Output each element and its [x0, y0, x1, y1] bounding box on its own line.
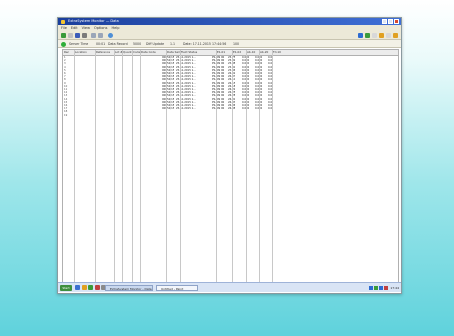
app-icon [61, 19, 65, 24]
column-divider[interactable] [166, 50, 167, 282]
column-divider[interactable] [95, 50, 96, 282]
info-server-time-label: Server Time [69, 42, 89, 46]
info-icon[interactable] [393, 33, 398, 38]
export-icon[interactable] [365, 33, 370, 38]
print-icon[interactable] [82, 33, 87, 38]
info-diff-value: 1.1 [170, 42, 176, 46]
chart-icon[interactable] [358, 33, 363, 38]
info-data-record-label: Data Record [108, 42, 128, 46]
start-button[interactable]: Start [60, 284, 72, 291]
update-icon[interactable] [384, 285, 389, 290]
minimize-button[interactable] [382, 19, 387, 24]
settings-icon[interactable] [372, 33, 377, 38]
column-divider[interactable] [246, 50, 247, 282]
refresh-icon[interactable] [61, 33, 66, 38]
back-icon[interactable] [68, 33, 73, 38]
task-paint[interactable]: Untitled - Paint [156, 284, 198, 291]
column-divider[interactable] [114, 50, 115, 282]
info-diff-label: Diff Update [146, 42, 165, 46]
column-header[interactable]: Date Code [141, 50, 166, 55]
column-divider[interactable] [122, 50, 123, 282]
info-bar: Server Time 00:01 Data Record 5000 Diff … [58, 40, 401, 48]
column-header[interactable]: Reference [96, 50, 114, 55]
column-header[interactable]: Location [75, 50, 95, 55]
alert-icon[interactable] [379, 33, 384, 38]
row-number: 19 [64, 113, 68, 117]
column-divider[interactable] [259, 50, 260, 282]
maximize-button[interactable] [388, 19, 393, 24]
taskbar: Start ExtraSystem Monitor - Data Untitle… [58, 282, 401, 292]
help-icon[interactable] [108, 33, 113, 38]
column-header[interactable]: Rec [64, 50, 74, 55]
column-header[interactable]: Ab-10 [247, 50, 259, 55]
media-icon[interactable] [94, 285, 100, 290]
column-header[interactable]: Ab-20 [260, 50, 272, 55]
column-divider[interactable] [216, 50, 217, 282]
column-header[interactable]: Fd-10 [273, 50, 285, 55]
window-title: ExtraSystem Monitor — Data [68, 19, 119, 23]
connection-status-icon [61, 41, 66, 47]
quick-launch [75, 285, 106, 290]
antivirus-icon[interactable] [379, 285, 384, 290]
column-divider[interactable] [272, 50, 273, 282]
column-header[interactable]: E1-02 [233, 50, 246, 55]
info-date: Date: 17.11.2015 17:44:56 [183, 42, 227, 46]
folder-icon[interactable] [81, 285, 87, 290]
toolbar [58, 31, 401, 40]
save-icon[interactable] [75, 33, 80, 38]
info-server-time-value: 00:01 [96, 42, 106, 46]
clock: 17:44 [390, 285, 399, 290]
volume-icon[interactable] [374, 285, 379, 290]
undo-icon[interactable] [91, 33, 96, 38]
browser-icon[interactable] [75, 285, 80, 290]
close-button[interactable] [394, 19, 399, 24]
system-tray: 17:44 [369, 285, 399, 291]
app-shortcut-icon[interactable] [88, 285, 93, 290]
data-grid[interactable]: Rec Location Reference Lot # Quant Code Date C… [62, 49, 399, 283]
column-header[interactable]: Data Sample [167, 50, 181, 55]
column-divider[interactable] [140, 50, 141, 282]
column-divider[interactable] [232, 50, 233, 282]
toolbar-right-group [358, 33, 398, 38]
column-header[interactable]: Field Status [181, 50, 216, 55]
window-titlebar[interactable]: ExtraSystem Monitor — Data [58, 18, 401, 25]
redo-icon[interactable] [98, 33, 103, 38]
column-divider[interactable] [74, 50, 75, 282]
task-monitor-data[interactable]: ExtraSystem Monitor - Data [105, 284, 153, 291]
info-data-record-value: 5000 [133, 42, 142, 46]
info-count: 100 [233, 42, 240, 46]
window-controls [382, 19, 399, 24]
filter-icon[interactable] [386, 33, 391, 38]
column-divider[interactable] [132, 50, 133, 282]
column-header[interactable]: E1-01 [217, 50, 232, 55]
column-divider[interactable] [180, 50, 181, 282]
network-icon[interactable] [369, 285, 374, 290]
screenshot-frame: ExtraSystem Monitor — Data File Edit Vie… [57, 17, 402, 294]
